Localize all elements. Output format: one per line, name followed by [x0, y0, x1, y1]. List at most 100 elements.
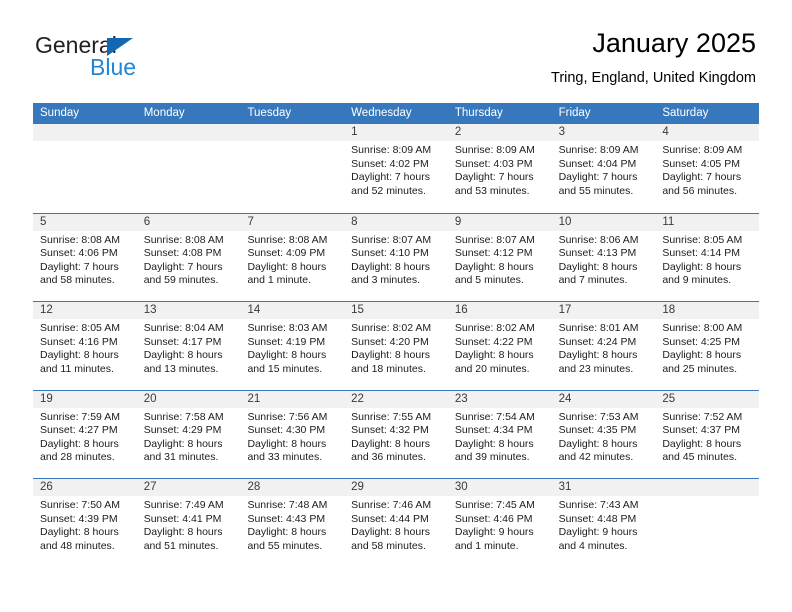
day-cell[interactable]: 23 Sunrise: 7:54 AM Sunset: 4:34 PM Dayligh… — [447, 390, 552, 478]
day-cell[interactable]: 22 Sunrise: 7:55 AM Sunset: 4:32 PM Dayligh… — [344, 390, 448, 478]
day-cell[interactable]: 15 Sunrise: 8:02 AM Sunset: 4:20 PM Dayligh… — [344, 302, 448, 390]
sunrise-time: Sunrise: 7:54 AM — [454, 410, 535, 423]
sunset-time: Sunset: 4:02 PM — [351, 157, 429, 170]
day-cell[interactable]: 1 Sunrise: 8:09 AM Sunset: 4:02 PM Daylight… — [344, 124, 448, 213]
sunset-time: Sunset: 4:24 PM — [558, 335, 637, 348]
day-details: Sunrise: 8:07 AM Sunset: 4:10 PM Daylight:… — [344, 231, 448, 288]
day-cell[interactable]: 31 Sunrise: 7:43 AM Sunset: 4:48 PM Dayligh… — [551, 479, 656, 567]
day-number — [655, 479, 760, 496]
day-number: 8 — [344, 213, 448, 231]
daylight-duration-line1: Daylight: 8 hours — [40, 437, 119, 450]
day-cell[interactable]: 8 Sunrise: 8:07 AM Sunset: 4:10 PM Daylight… — [344, 213, 448, 301]
daylight-duration-line2: and 33 minutes. — [247, 451, 323, 464]
sunrise-time: Sunrise: 8:05 AM — [40, 322, 120, 334]
day-cell[interactable]: 5 Sunrise: 8:08 AM Sunset: 4:06 PM Daylight… — [33, 213, 137, 301]
day-details: Sunrise: 7:52 AM Sunset: 4:37 PM Daylight:… — [655, 408, 759, 465]
daylight-duration-line1: Daylight: 8 hours — [662, 260, 742, 273]
day-details: Sunrise: 8:09 AM Sunset: 4:03 PM Daylight:… — [448, 141, 552, 198]
daylight-duration-line1: Daylight: 8 hours — [558, 437, 638, 450]
sunset-time: Sunset: 4:30 PM — [247, 424, 326, 437]
daylight-duration-line1: Daylight: 7 hours — [351, 171, 430, 184]
calendar-week-row: 19 Sunrise: 7:59 AM Sunset: 4:27 PM Dayligh… — [33, 389, 760, 478]
sunrise-time: Sunrise: 8:08 AM — [40, 233, 120, 246]
day-cell[interactable]: 27 Sunrise: 7:49 AM Sunset: 4:41 PM Dayligh… — [136, 479, 241, 567]
page-subtitle: Tring, England, United Kingdom — [551, 70, 756, 86]
daylight-duration-line1: Daylight: 8 hours — [247, 260, 327, 273]
day-cell[interactable]: 21 Sunrise: 7:56 AM Sunset: 4:30 PM Dayligh… — [240, 390, 345, 478]
daylight-duration-line2: and 42 minutes. — [558, 451, 634, 464]
day-cell[interactable]: 18 Sunrise: 8:00 AM Sunset: 4:25 PM Dayligh… — [655, 302, 760, 390]
day-details: Sunrise: 7:45 AM Sunset: 4:46 PM Daylight:… — [448, 496, 552, 553]
daylight-duration-line1: Daylight: 8 hours — [351, 349, 430, 362]
day-number: 25 — [655, 390, 760, 408]
day-details: Sunrise: 8:02 AM Sunset: 4:20 PM Daylight:… — [344, 319, 448, 376]
day-cell[interactable]: 11 Sunrise: 8:05 AM Sunset: 4:14 PM Dayligh… — [655, 213, 760, 301]
page-title: January 2025 — [592, 28, 756, 58]
daylight-duration-line2: and 31 minutes. — [143, 451, 219, 464]
day-cell[interactable]: 16 Sunrise: 8:02 AM Sunset: 4:22 PM Dayligh… — [447, 302, 552, 390]
sunrise-time: Sunrise: 7:58 AM — [143, 410, 224, 423]
daylight-duration-line2: and 1 minute. — [247, 274, 312, 287]
day-details: Sunrise: 7:54 AM Sunset: 4:34 PM Daylight:… — [448, 408, 552, 465]
daylight-duration-line1: Daylight: 8 hours — [351, 260, 430, 273]
day-cell[interactable]: 25 Sunrise: 7:52 AM Sunset: 4:37 PM Dayligh… — [655, 390, 760, 478]
sunrise-time: Sunrise: 8:07 AM — [454, 233, 535, 246]
day-number: 9 — [447, 213, 552, 231]
day-details: Sunrise: 7:48 AM Sunset: 4:43 PM Daylight:… — [240, 496, 344, 553]
daylight-duration-line1: Daylight: 7 hours — [143, 260, 223, 273]
day-number: 6 — [136, 213, 241, 231]
weekday-header-thursday: Thursday — [454, 107, 503, 119]
sunset-time: Sunset: 4:19 PM — [247, 335, 326, 348]
day-cell[interactable]: 26 Sunrise: 7:50 AM Sunset: 4:39 PM Dayligh… — [33, 479, 137, 567]
day-cell[interactable]: 14 Sunrise: 8:03 AM Sunset: 4:19 PM Dayligh… — [240, 302, 345, 390]
day-cell[interactable]: 29 Sunrise: 7:46 AM Sunset: 4:44 PM Dayligh… — [344, 479, 448, 567]
day-cell[interactable]: 20 Sunrise: 7:58 AM Sunset: 4:29 PM Dayligh… — [136, 390, 241, 478]
sunset-time: Sunset: 4:04 PM — [558, 157, 637, 170]
sunrise-time: Sunrise: 7:56 AM — [247, 410, 328, 423]
day-cell[interactable]: 17 Sunrise: 8:01 AM Sunset: 4:24 PM Dayligh… — [551, 302, 656, 390]
sunrise-time: Sunrise: 7:53 AM — [558, 410, 639, 423]
sunrise-time: Sunrise: 8:07 AM — [351, 233, 432, 246]
logo[interactable]: General Blue — [33, 32, 233, 88]
daylight-duration-line2: and 45 minutes. — [662, 451, 738, 464]
day-details: Sunrise: 7:55 AM Sunset: 4:32 PM Daylight:… — [344, 408, 448, 465]
sunset-time: Sunset: 4:46 PM — [454, 512, 533, 525]
daylight-duration-line2: and 3 minutes. — [351, 274, 421, 287]
calendar-week-row: 1 Sunrise: 8:09 AM Sunset: 4:02 PM Daylight… — [33, 124, 760, 213]
daylight-duration-line1: Daylight: 9 hours — [454, 526, 534, 539]
logo-text-blue: Blue — [90, 54, 137, 80]
daylight-duration-line2: and 18 minutes. — [351, 362, 426, 375]
day-details: Sunrise: 7:50 AM Sunset: 4:39 PM Daylight:… — [33, 496, 137, 553]
day-cell[interactable]: 3 Sunrise: 8:09 AM Sunset: 4:04 PM Daylight… — [551, 124, 656, 213]
day-cell[interactable]: 13 Sunrise: 8:04 AM Sunset: 4:17 PM Dayligh… — [136, 302, 241, 390]
day-details — [655, 496, 759, 499]
day-cell[interactable]: 4 Sunrise: 8:09 AM Sunset: 4:05 PM Daylight… — [655, 124, 760, 213]
day-number: 21 — [240, 390, 345, 408]
sunrise-time: Sunrise: 7:46 AM — [351, 499, 432, 511]
day-number: 16 — [447, 302, 552, 319]
calendar-page: General Blue January 2025 Tring, England… — [0, 0, 792, 612]
day-number: 7 — [240, 213, 345, 231]
sunset-time: Sunset: 4:17 PM — [143, 335, 222, 348]
sunrise-time: Sunrise: 8:09 AM — [662, 144, 743, 156]
day-cell[interactable]: 7 Sunrise: 8:08 AM Sunset: 4:09 PM Daylight… — [240, 213, 345, 301]
day-cell[interactable]: 2 Sunrise: 8:09 AM Sunset: 4:03 PM Daylight… — [447, 124, 552, 213]
sunrise-time: Sunrise: 8:02 AM — [351, 322, 432, 334]
day-cell[interactable]: 19 Sunrise: 7:59 AM Sunset: 4:27 PM Dayligh… — [33, 390, 137, 478]
sunset-time: Sunset: 4:32 PM — [351, 424, 429, 437]
sunrise-time: Sunrise: 8:05 AM — [662, 233, 743, 246]
day-cell[interactable]: 9 Sunrise: 8:07 AM Sunset: 4:12 PM Daylight… — [447, 213, 552, 301]
day-cell[interactable]: 30 Sunrise: 7:45 AM Sunset: 4:46 PM Dayligh… — [447, 479, 552, 567]
day-cell[interactable]: 12 Sunrise: 8:05 AM Sunset: 4:16 PM Dayligh… — [33, 302, 137, 390]
calendar-week-row: 26 Sunrise: 7:50 AM Sunset: 4:39 PM Dayligh… — [33, 478, 760, 567]
day-cell[interactable]: 6 Sunrise: 8:08 AM Sunset: 4:08 PM Daylight… — [136, 213, 241, 301]
title-block: January 2025 Tring, England, United King… — [551, 26, 756, 89]
sunset-time: Sunset: 4:37 PM — [662, 424, 740, 437]
day-details: Sunrise: 8:05 AM Sunset: 4:14 PM Daylight:… — [655, 231, 759, 288]
day-cell[interactable]: 10 Sunrise: 8:06 AM Sunset: 4:13 PM Dayligh… — [551, 213, 656, 301]
daylight-duration-line2: and 28 minutes. — [40, 451, 115, 464]
day-cell[interactable]: 28 Sunrise: 7:48 AM Sunset: 4:43 PM Dayligh… — [240, 479, 345, 567]
day-cell[interactable]: 24 Sunrise: 7:53 AM Sunset: 4:35 PM Dayligh… — [551, 390, 656, 478]
daylight-duration-line2: and 4 minutes. — [558, 539, 628, 552]
day-cell-empty — [655, 479, 760, 567]
